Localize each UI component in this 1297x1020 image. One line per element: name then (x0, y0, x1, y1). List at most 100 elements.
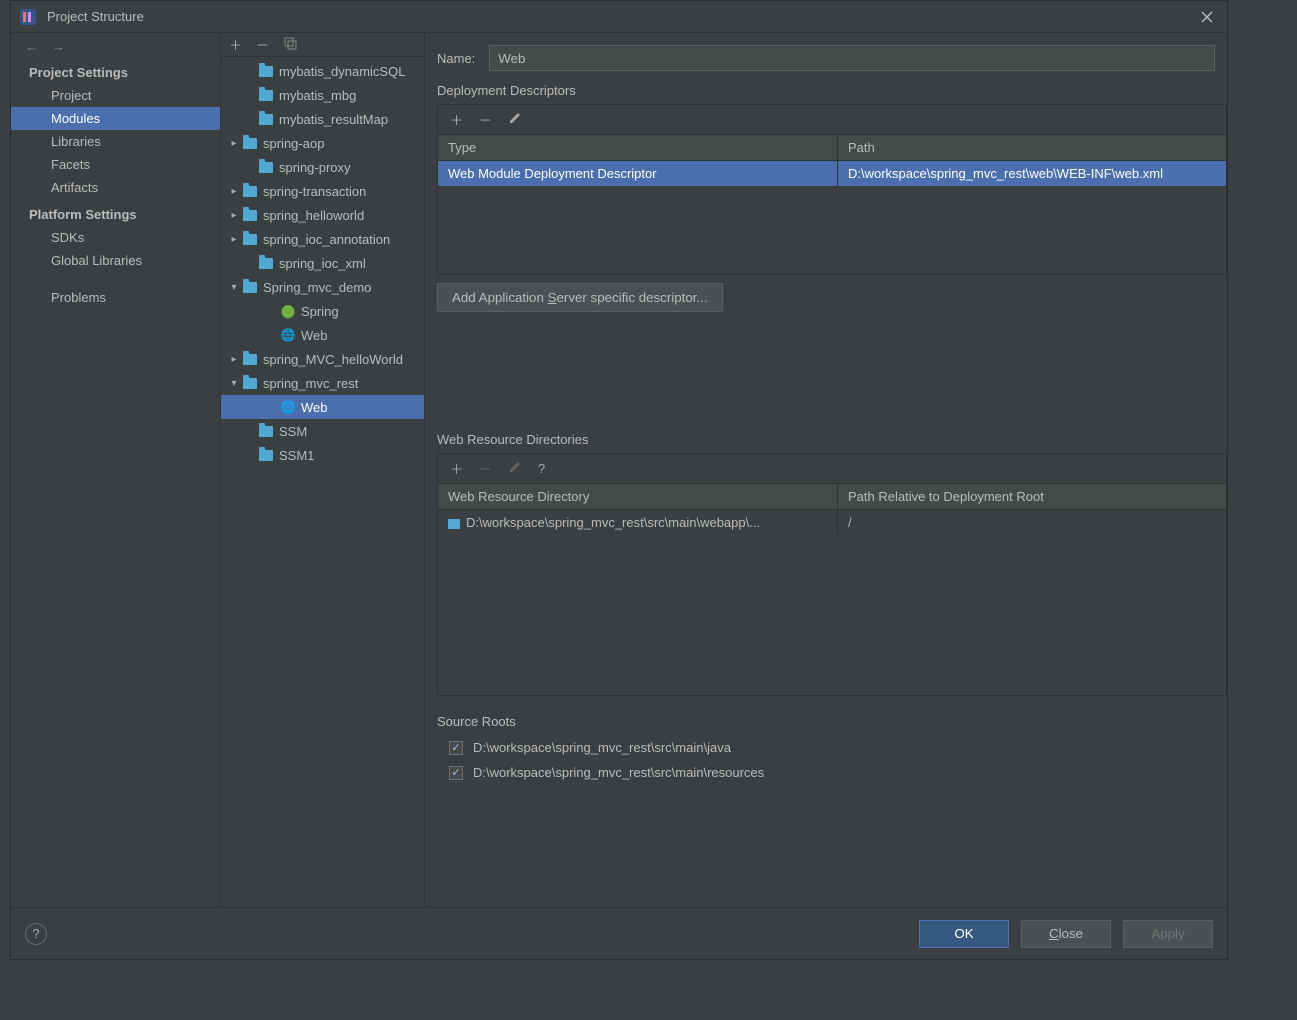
tree-item-ssm1[interactable]: SSM1 (221, 443, 424, 467)
wrd-help-icon[interactable]: ? (538, 461, 545, 476)
settings-sidebar: ← → Project Settings Project Modules Lib… (11, 33, 221, 907)
dd-remove-icon[interactable]: － (479, 110, 492, 129)
folder-icon (241, 183, 259, 199)
chevron-right-icon[interactable]: ▸ (227, 138, 241, 149)
checkbox-icon[interactable]: ✓ (449, 741, 463, 755)
titlebar: Project Structure (11, 1, 1227, 33)
tree-item-spring-mvc-helloworld[interactable]: ▸ spring_MVC_helloWorld (221, 347, 424, 371)
dd-edit-icon[interactable] (508, 111, 522, 128)
tree-item-web[interactable]: 🌐Web (221, 323, 424, 347)
tree-item-spring-helloworld[interactable]: ▸spring_helloworld (221, 203, 424, 227)
sidebar-item-libraries[interactable]: Libraries (11, 130, 220, 153)
add-module-icon[interactable]: ＋ (229, 35, 242, 54)
sidebar-item-problems[interactable]: Problems (11, 286, 220, 309)
chevron-down-icon[interactable]: ▾ (227, 282, 241, 293)
folder-icon (257, 447, 275, 463)
tree-item-label: SSM1 (279, 448, 314, 463)
add-server-descriptor-button[interactable]: Add Application Server specific descript… (437, 283, 723, 312)
wrd-header-dir: Web Resource Directory (438, 484, 838, 510)
wrd-row[interactable]: D:\workspace\spring_mvc_rest\src\main\we… (438, 510, 1226, 535)
tree-item-spring-aop[interactable]: ▸ spring-aop (221, 131, 424, 155)
wrd-add-icon[interactable]: ＋ (450, 459, 463, 478)
chevron-right-icon[interactable]: ▸ (227, 354, 241, 365)
sidebar-item-facets[interactable]: Facets (11, 153, 220, 176)
folder-icon (257, 63, 275, 79)
tree-item-label: spring_mvc_rest (263, 376, 358, 391)
tree-item-web[interactable]: 🌐Web (221, 395, 424, 419)
tree-item-label: spring_ioc_annotation (263, 232, 390, 247)
tree-item-spring-proxy[interactable]: spring-proxy (221, 155, 424, 179)
project-structure-dialog: Project Structure ← → Project Settings P… (10, 0, 1228, 960)
facet-editor: Name: Deployment Descriptors ＋ － Type Pa… (425, 33, 1227, 907)
folder-icon (257, 255, 275, 271)
tree-item-mybatis-dynamicsql[interactable]: mybatis_dynamicSQL (221, 59, 424, 83)
sidebar-item-project[interactable]: Project (11, 84, 220, 107)
help-icon[interactable]: ? (25, 923, 47, 945)
tree-item-label: Spring_mvc_demo (263, 280, 371, 295)
chevron-right-icon[interactable]: ▸ (227, 234, 241, 245)
tree-item-label: mybatis_dynamicSQL (279, 64, 405, 79)
ok-button[interactable]: OK (919, 920, 1009, 948)
apply-button[interactable]: Apply (1123, 920, 1213, 948)
tree-item-label: mybatis_resultMap (279, 112, 388, 127)
close-icon[interactable] (1195, 5, 1219, 29)
tree-item-mybatis-mbg[interactable]: mybatis_mbg (221, 83, 424, 107)
source-root-path: D:\workspace\spring_mvc_rest\src\main\re… (473, 765, 764, 780)
sidebar-item-artifacts[interactable]: Artifacts (11, 176, 220, 199)
checkbox-icon[interactable]: ✓ (449, 766, 463, 780)
folder-icon (241, 135, 259, 151)
tree-item-label: spring-aop (263, 136, 324, 151)
close-button[interactable]: Close (1021, 920, 1111, 948)
tree-item-ssm[interactable]: SSM (221, 419, 424, 443)
modules-tree[interactable]: mybatis_dynamicSQL mybatis_mbg mybatis_res… (221, 57, 424, 907)
tree-item-label: spring_MVC_helloWorld (263, 352, 403, 367)
section-platform-settings: Platform Settings (11, 199, 220, 226)
dd-row[interactable]: Web Module Deployment Descriptor D:\work… (438, 161, 1226, 186)
nav-back-icon[interactable]: ← (25, 39, 38, 54)
name-input[interactable] (489, 45, 1215, 71)
wrd-remove-icon[interactable]: － (479, 459, 492, 478)
tree-item-spring-mvc-demo[interactable]: ▾ Spring_mvc_demo (221, 275, 424, 299)
modules-toolbar: ＋ － (221, 33, 424, 57)
wrd-edit-icon[interactable] (508, 460, 522, 477)
dd-header-path: Path (838, 135, 1226, 161)
sidebar-item-global-libraries[interactable]: Global Libraries (11, 249, 220, 272)
source-root-path: D:\workspace\spring_mvc_rest\src\main\ja… (473, 740, 731, 755)
dd-header-type: Type (438, 135, 838, 161)
wrd-header-rel: Path Relative to Deployment Root (838, 484, 1226, 510)
nav-forward-icon[interactable]: → (52, 39, 65, 54)
tree-item-label: Web (301, 400, 328, 415)
tree-item-spring-ioc-annotation[interactable]: ▸ spring_ioc_annotation (221, 227, 424, 251)
dialog-footer: ? OK Close Apply (11, 907, 1227, 959)
tree-item-label: Spring (301, 304, 339, 319)
spring-icon: ⬤ (279, 303, 297, 319)
tree-item-mybatis-resultmap[interactable]: mybatis_resultMap (221, 107, 424, 131)
modules-panel: ＋ － mybatis_dynamicSQLmybatis_mbgmybatis… (221, 33, 425, 907)
folder-icon (241, 279, 259, 295)
dd-add-icon[interactable]: ＋ (450, 110, 463, 129)
folder-icon (241, 231, 259, 247)
section-source-roots: Source Roots (425, 714, 1227, 735)
tree-item-label: Web (301, 328, 328, 343)
tree-item-spring[interactable]: ⬤ Spring (221, 299, 424, 323)
wrd-table: Web Resource Directory Path Relative to … (437, 483, 1227, 696)
dd-table: Type Path Web Module Deployment Descript… (437, 134, 1227, 275)
chevron-down-icon[interactable]: ▾ (227, 378, 241, 389)
source-root-row[interactable]: ✓ D:\workspace\spring_mvc_rest\src\main\… (425, 760, 1227, 785)
tree-item-spring-mvc-rest[interactable]: ▾ spring_mvc_rest (221, 371, 424, 395)
chevron-right-icon[interactable]: ▸ (227, 186, 241, 197)
copy-module-icon[interactable] (283, 36, 297, 53)
tree-item-label: spring-proxy (279, 160, 351, 175)
sidebar-item-sdks[interactable]: SDKs (11, 226, 220, 249)
source-root-row[interactable]: ✓ D:\workspace\spring_mvc_rest\src\main\… (425, 735, 1227, 760)
folder-icon (241, 375, 259, 391)
sidebar-item-modules[interactable]: Modules (11, 107, 220, 130)
tree-item-spring-transaction[interactable]: ▸spring-transaction (221, 179, 424, 203)
wrd-toolbar: ＋ － ? (437, 453, 1227, 483)
tree-item-label: mybatis_mbg (279, 88, 356, 103)
chevron-right-icon[interactable]: ▸ (227, 210, 241, 221)
nav-arrows: ← → (11, 33, 220, 57)
remove-module-icon[interactable]: － (256, 35, 269, 54)
wrd-row-rel: / (838, 510, 1226, 535)
tree-item-spring-ioc-xml[interactable]: spring_ioc_xml (221, 251, 424, 275)
